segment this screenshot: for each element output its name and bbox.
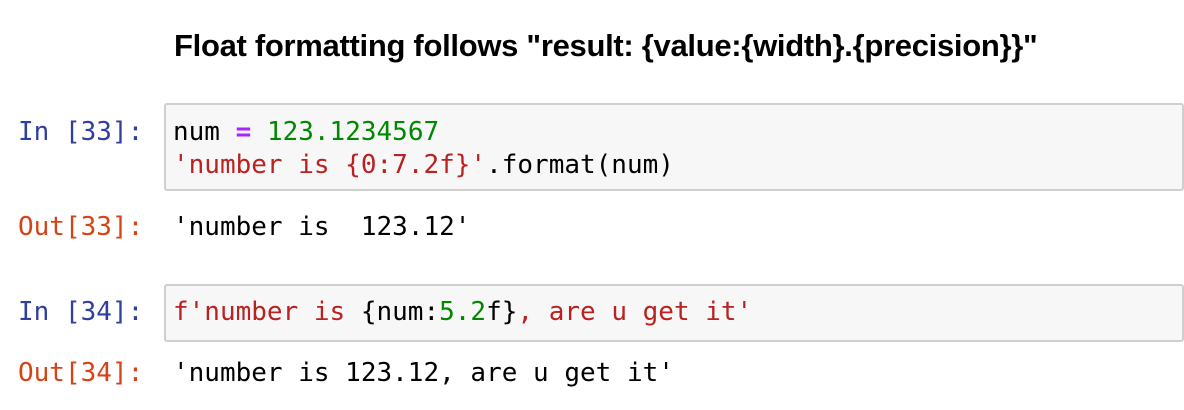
cell-output: 'number is 123.12' [173,212,471,242]
cell-output: 'number is 123.12, are u get it' [173,358,674,388]
output-prompt: Out[33]: [18,212,144,242]
code-line: f'number is {num:5.2f}, are u get it' [173,297,752,327]
code-token-plain: .format(num) [486,150,674,180]
code-token-string: 'number is {0:7.2f}' [173,150,487,180]
input-prompt: In [34]: [18,297,144,327]
code-token-string: f'number is [173,297,361,327]
output-prompt: Out[34]: [18,358,144,388]
code-token-plain: {num: [360,297,440,327]
input-prompt: In [33]: [18,117,144,147]
code-token-number: 123.1234567 [266,117,440,147]
code-line: 'number is {0:7.2f}'.format(num) [173,150,674,180]
code-token-string: , are u get it' [517,297,753,327]
code-token-plain: f} [486,297,518,327]
code-token-number: 5.2 [439,297,487,327]
code-token-operator: = [219,117,267,147]
code-token-variable: num [173,117,220,147]
page-heading: Float formatting follows "result: {value… [174,28,1038,63]
code-line: num = 123.1234567 [173,117,439,147]
